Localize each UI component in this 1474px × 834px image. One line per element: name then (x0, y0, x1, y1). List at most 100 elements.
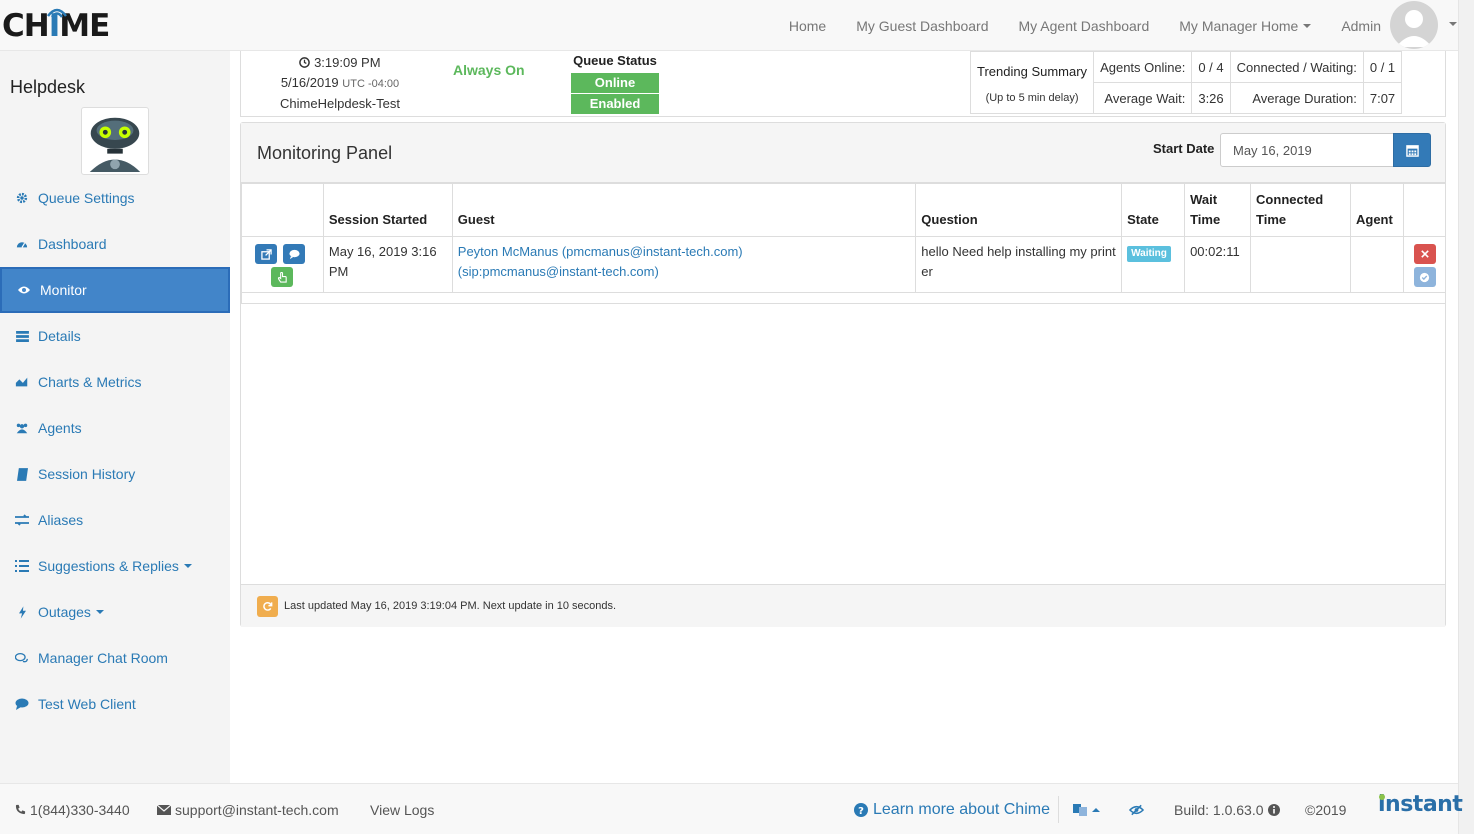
avg-duration-label: Average Duration: (1229, 82, 1364, 114)
close-icon (1421, 250, 1429, 258)
user-avatar-icon[interactable] (1390, 1, 1438, 49)
sidebar-item-dashboard[interactable]: Dashboard (0, 221, 230, 267)
nav-guest-dashboard[interactable]: My Guest Dashboard (856, 18, 988, 34)
start-date-label: Start Date (1153, 141, 1215, 156)
comment-icon (15, 697, 29, 711)
trending-summary-table: Trending Summary Agents Online: 0 / 4 Co… (969, 51, 1403, 114)
sidebar-item-queue-settings[interactable]: Queue Settings (0, 175, 230, 221)
monitoring-panel-header: Monitoring Panel Start Date (241, 123, 1445, 183)
avg-wait-value: 3:26 (1191, 82, 1231, 114)
connected-time-cell (1250, 236, 1351, 293)
sidebar-item-session-history[interactable]: Session History (0, 451, 230, 497)
sidebar-item-agents[interactable]: Agents (0, 405, 230, 451)
sidebar-item-details[interactable]: Details (0, 313, 230, 359)
state-cell: Waiting (1121, 236, 1186, 293)
sidebar-item-monitor[interactable]: Monitor (0, 267, 230, 313)
caret-down-icon (95, 610, 104, 614)
question-cell: hello Need help installing my printer (915, 236, 1123, 293)
sidebar-item-manager-chat-room[interactable]: Manager Chat Room (0, 635, 230, 681)
refresh-icon[interactable] (257, 595, 278, 617)
question-circle-icon: ? (854, 802, 868, 817)
take-session-button[interactable] (271, 267, 293, 287)
users-icon (15, 421, 29, 435)
status-badge-online: Online (571, 73, 659, 93)
col-session-started[interactable]: Session Started (322, 183, 453, 237)
nav-manager-home[interactable]: My Manager Home (1179, 18, 1312, 34)
build-info[interactable]: Build: 1.0.63.0 (1174, 784, 1280, 834)
external-link-icon (260, 248, 272, 260)
last-updated-text: Last updated May 16, 2019 3:19:04 PM. Ne… (284, 600, 617, 612)
list-ul-icon (15, 559, 29, 573)
caret-down-icon[interactable] (1449, 22, 1457, 26)
last-updated-bar: Last updated May 16, 2019 3:19:04 PM. Ne… (241, 584, 1445, 627)
guest-name-link[interactable]: Peyton McManus (pmcmanus@instant-tech.co… (458, 242, 911, 262)
col-wait-time[interactable]: Wait Time (1184, 183, 1252, 237)
dashboard-icon (15, 237, 29, 251)
instant-logo[interactable]: instant (1378, 792, 1463, 817)
top-navbar: CHIME Home My Guest Dashboard My Agent D… (0, 0, 1474, 51)
support-phone[interactable]: 1(844)330-3440 (15, 784, 130, 834)
caret-down-icon (1303, 23, 1312, 28)
row-actions-cell (241, 236, 324, 293)
eye-slash-icon (1129, 804, 1144, 815)
clock-icon (299, 55, 311, 70)
table-row: May 16, 2019 3:16 PM Peyton McManus (pmc… (241, 236, 1447, 293)
sessions-table: Session Started Guest Question State Wai… (241, 183, 1447, 304)
col-question[interactable]: Question (915, 183, 1123, 237)
col-controls (1402, 183, 1447, 237)
avg-duration-value: 7:07 (1362, 82, 1403, 114)
comment-icon (288, 249, 300, 259)
caret-down-icon (183, 564, 192, 568)
info-circle-icon (1267, 803, 1280, 816)
end-session-button[interactable] (1413, 244, 1436, 264)
sidebar-item-aliases[interactable]: Aliases (0, 497, 230, 543)
robot-avatar-icon (81, 107, 149, 175)
learn-more-link[interactable]: ? Learn more about Chime (854, 784, 1050, 834)
table-spacer-row (241, 292, 1446, 304)
nav-agent-dashboard[interactable]: My Agent Dashboard (1019, 18, 1150, 34)
sidebar-item-charts-metrics[interactable]: Charts & Metrics (0, 359, 230, 405)
panel-title: Monitoring Panel (257, 143, 393, 163)
avg-wait-label: Average Wait: (1093, 82, 1193, 114)
resolve-session-button[interactable] (1413, 267, 1436, 287)
eye-icon (17, 283, 31, 297)
phone-icon (15, 804, 26, 815)
accessibility-toggle[interactable] (1129, 784, 1144, 834)
calendar-button[interactable] (1393, 133, 1431, 167)
language-selector[interactable] (1073, 784, 1100, 834)
calendar-icon (1405, 144, 1419, 157)
support-email[interactable]: support@instant-tech.com (157, 784, 339, 834)
page-scrollbar[interactable] (1458, 0, 1474, 834)
col-connected-time[interactable]: Connected Time (1250, 183, 1351, 237)
open-session-button[interactable] (255, 244, 277, 264)
sidebar-item-outages[interactable]: Outages (0, 589, 230, 635)
gear-icon (15, 191, 29, 205)
col-guest[interactable]: Guest (451, 183, 917, 237)
col-state[interactable]: State (1121, 183, 1186, 237)
svg-text:?: ? (858, 806, 864, 817)
sidebar-item-suggestions-replies[interactable]: Suggestions & Replies (0, 543, 230, 589)
status-badge-enabled: Enabled (571, 94, 659, 114)
queue-clock: 3:19:09 PM 5/16/2019 UTC -04:00 ChimeHel… (280, 55, 400, 111)
queue-status-header: 3:19:09 PM 5/16/2019 UTC -04:00 ChimeHel… (240, 51, 1446, 117)
trending-subtitle: (Up to 5 min delay) (969, 82, 1095, 114)
language-icon (1073, 803, 1087, 816)
footer-divider (1058, 796, 1059, 823)
sidebar-item-test-web-client[interactable]: Test Web Client (0, 681, 230, 727)
bolt-icon (15, 605, 29, 619)
guest-cell: Peyton McManus (pmcmanus@instant-tech.co… (451, 236, 917, 293)
chime-logo[interactable]: CHIME (2, 4, 110, 48)
sidebar: Helpdesk Queue Settings Dashboard Monito… (0, 51, 230, 783)
start-date-input[interactable] (1220, 133, 1394, 167)
comments-icon (15, 651, 29, 665)
view-logs-link[interactable]: View Logs (370, 784, 434, 834)
col-agent[interactable]: Agent (1350, 183, 1404, 237)
area-chart-icon (15, 375, 29, 389)
table-header-row: Session Started Guest Question State Wai… (241, 183, 1447, 237)
guest-sip-link[interactable]: (sip:pmcmanus@instant-tech.com) (458, 262, 911, 282)
agents-online-label: Agents Online: (1093, 51, 1193, 83)
copyright: ©2019 (1305, 801, 1347, 818)
nav-admin[interactable]: Admin (1341, 18, 1381, 34)
chat-session-button[interactable] (283, 244, 305, 264)
nav-home[interactable]: Home (789, 18, 826, 34)
